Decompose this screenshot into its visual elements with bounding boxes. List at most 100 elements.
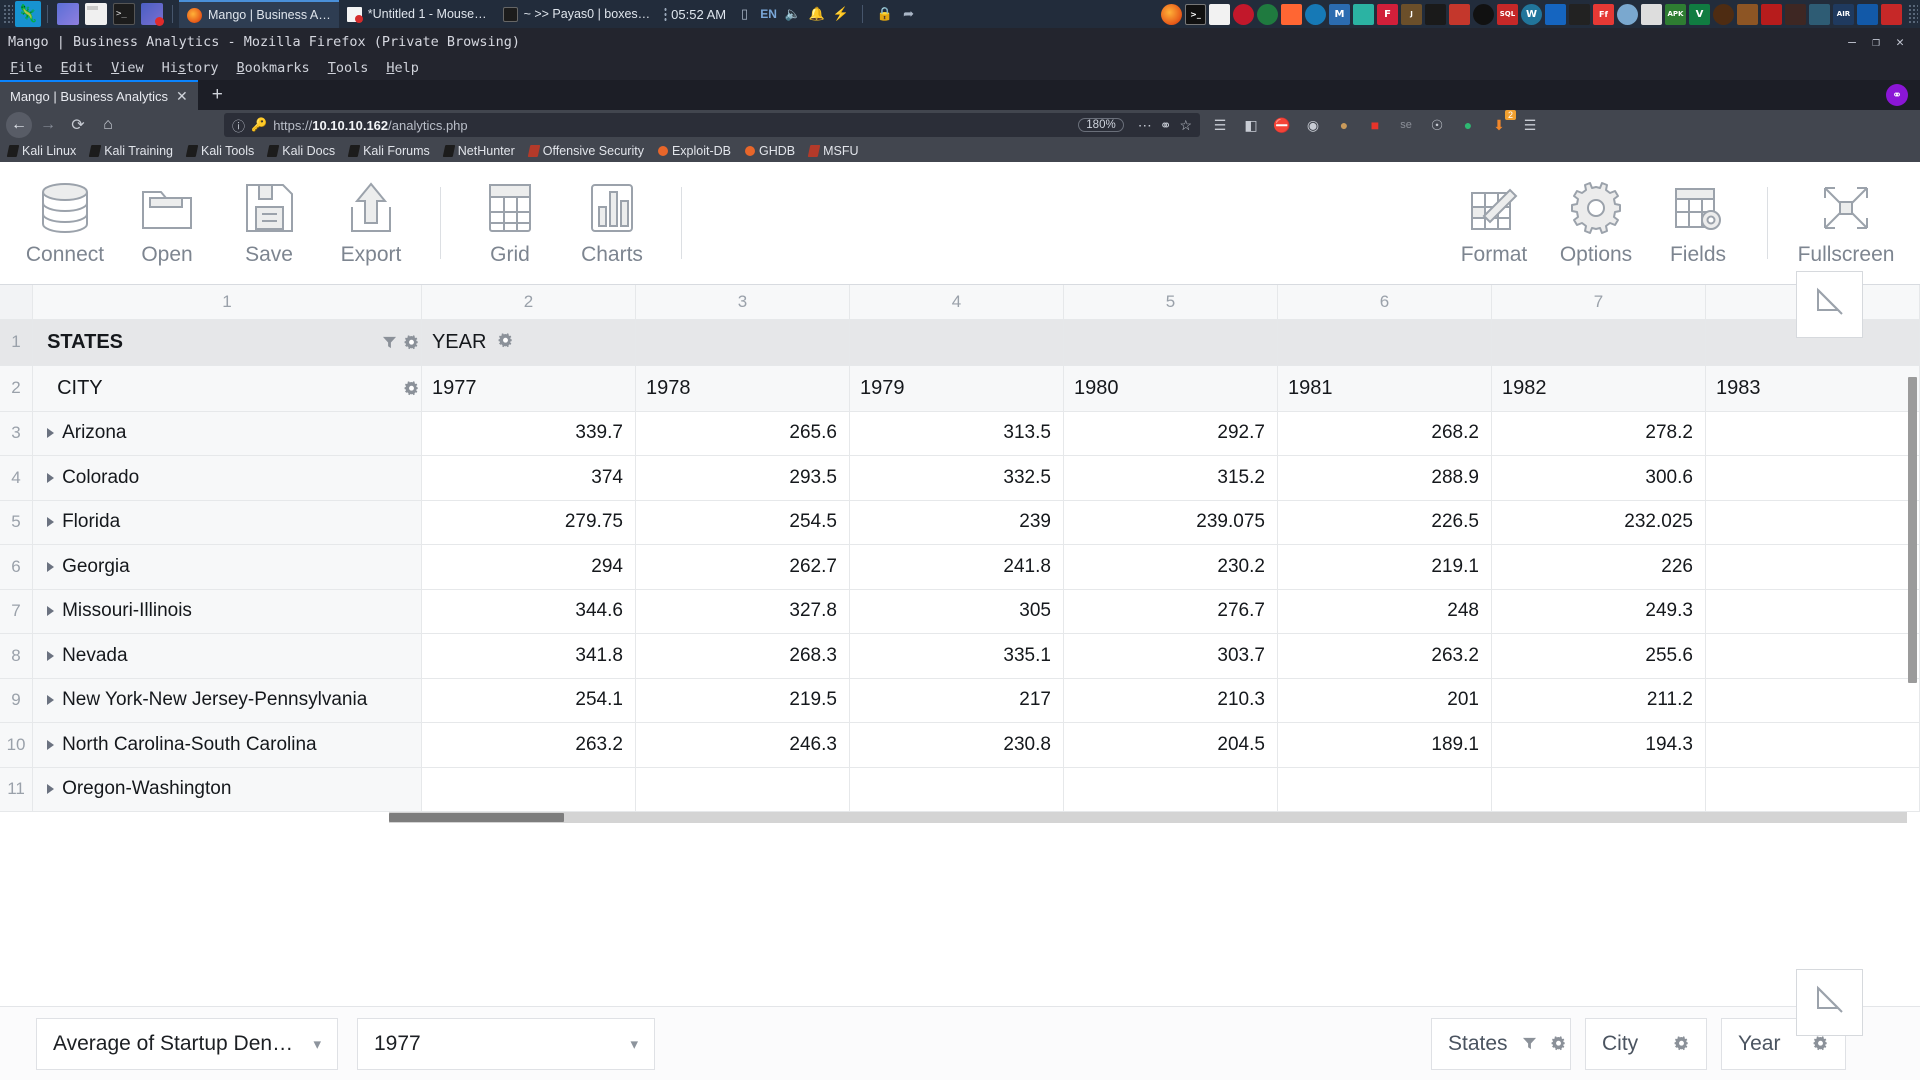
landscape-app-icon[interactable] xyxy=(1809,3,1830,25)
value-cell[interactable]: 219.1 xyxy=(1277,544,1492,590)
chevron-down-icon[interactable]: ▾ xyxy=(299,1035,321,1053)
noscript-icon[interactable]: ⛔ xyxy=(1272,115,1292,135)
system-clock[interactable]: 05:52 AM xyxy=(671,7,726,22)
states-field-header[interactable]: STATES xyxy=(32,319,422,366)
vertical-scroll-thumb[interactable] xyxy=(1908,377,1917,683)
screen-recorder-launcher[interactable] xyxy=(141,3,164,26)
year-column-1977[interactable]: 1977 xyxy=(421,365,636,412)
row-number[interactable]: 2 xyxy=(0,365,34,412)
sidebar-icon[interactable]: ◧ xyxy=(1241,115,1261,135)
row-number[interactable]: 10 xyxy=(0,722,34,768)
value-cell[interactable]: 239 xyxy=(849,500,1064,545)
expand-triangle-icon[interactable] xyxy=(47,784,55,795)
value-cell[interactable]: 194.3 xyxy=(1491,722,1706,768)
taskbar-window-terminal[interactable]: ~ >> Payas0 | boxes… xyxy=(495,0,659,28)
wireshark-app-icon[interactable] xyxy=(1305,3,1326,25)
menu-file[interactable]: File xyxy=(10,60,43,76)
bookmark-kali-training[interactable]: Kali Training xyxy=(88,144,173,158)
maltego-app-icon[interactable] xyxy=(1353,3,1374,25)
value-cell[interactable]: 204.5 xyxy=(1063,722,1278,768)
column-header-2[interactable]: 2 xyxy=(421,285,636,320)
spider-app-icon[interactable] xyxy=(1713,3,1734,25)
value-cell[interactable]: 344.6 xyxy=(421,589,636,634)
pocket-icon[interactable]: ⚭ xyxy=(1160,117,1172,134)
expand-triangle-icon[interactable] xyxy=(47,606,55,617)
value-cell[interactable] xyxy=(1491,767,1706,812)
air-app-icon[interactable]: AIR xyxy=(1833,3,1854,25)
table-row[interactable]: 10 North Carolina-South Carolina 263.2 246.… xyxy=(0,722,1920,768)
open-button[interactable]: Open xyxy=(116,179,218,267)
connect-button[interactable]: Connect xyxy=(14,179,116,267)
table-row[interactable]: 4 Colorado 374 293.5 332.5 315.2 288.9 300.6 xyxy=(0,455,1920,501)
value-cell[interactable]: 201 xyxy=(1277,678,1492,723)
column-header-4[interactable]: 4 xyxy=(849,285,1064,320)
value-cell[interactable] xyxy=(849,767,1064,812)
hashcat-app-icon[interactable] xyxy=(1569,3,1590,25)
vim-app-icon[interactable]: V xyxy=(1689,3,1710,25)
state-cell[interactable]: Georgia xyxy=(32,544,422,590)
doberman-app-icon[interactable] xyxy=(1785,3,1806,25)
gear-icon[interactable] xyxy=(496,331,514,349)
expand-triangle-icon[interactable] xyxy=(47,739,55,750)
save-button[interactable]: Save xyxy=(218,179,320,267)
row-number[interactable]: 9 xyxy=(0,678,34,723)
measure-select[interactable]: Average of Startup Den… ▾ xyxy=(36,1017,338,1070)
maximize-button[interactable]: ❐ xyxy=(1864,35,1888,50)
keyboard-layout-indicator[interactable]: EN xyxy=(760,6,777,23)
value-cell[interactable]: 254.5 xyxy=(635,500,850,545)
faraday-app-icon[interactable]: F xyxy=(1377,3,1398,25)
cherrytree-app-icon[interactable] xyxy=(1233,3,1254,25)
state-cell[interactable]: New York-New Jersey-Pennsylvania xyxy=(32,678,422,723)
value-cell[interactable] xyxy=(1063,767,1278,812)
wordpress-app-icon[interactable]: W xyxy=(1521,3,1542,25)
table-row[interactable]: 3 Arizona 339.7 265.6 313.5 292.7 268.2 278.2 xyxy=(0,411,1920,456)
state-cell[interactable]: Missouri-Illinois xyxy=(32,589,422,634)
blue-arrow-app-icon[interactable] xyxy=(1857,3,1878,25)
recon-app-icon[interactable] xyxy=(1737,3,1758,25)
bookmark-ghdb[interactable]: GHDB xyxy=(745,144,795,158)
kali-dragon-icon[interactable]: 🦎 xyxy=(15,1,41,27)
address-bar[interactable]: ⓘ 🔑 https://10.10.10.162/analytics.php 1… xyxy=(224,113,1200,137)
state-cell[interactable]: Nevada xyxy=(32,633,422,679)
hydra-app-icon[interactable] xyxy=(1449,3,1470,25)
year-column-1978[interactable]: 1978 xyxy=(635,365,850,412)
value-cell[interactable]: 292.7 xyxy=(1063,411,1278,456)
value-cell[interactable]: 254.1 xyxy=(421,678,636,723)
expand-triangle-icon[interactable] xyxy=(47,695,55,706)
state-cell[interactable]: Oregon-Washington xyxy=(32,767,422,812)
sqlmap-app-icon[interactable]: SQL xyxy=(1497,3,1518,25)
taskbar-window-firefox[interactable]: Mango | Business A… xyxy=(179,0,339,28)
volume-icon[interactable]: 🔈 xyxy=(784,6,801,23)
city-field-header[interactable]: CITY xyxy=(32,365,422,412)
nikto-app-icon[interactable] xyxy=(1761,3,1782,25)
bitwarden-icon[interactable]: ● xyxy=(1458,115,1478,135)
fullscreen-button[interactable]: Fullscreen xyxy=(1786,179,1906,267)
column-header-3[interactable]: 3 xyxy=(635,285,850,320)
selenium-icon[interactable]: se xyxy=(1396,115,1416,135)
grid-corner-cell[interactable] xyxy=(0,285,34,320)
year-column-1982[interactable]: 1982 xyxy=(1491,365,1706,412)
value-cell[interactable]: 189.1 xyxy=(1277,722,1492,768)
format-button[interactable]: Format xyxy=(1443,179,1545,267)
state-cell[interactable]: Arizona xyxy=(32,411,422,456)
value-cell[interactable] xyxy=(1705,455,1920,501)
library-icon[interactable]: ☰ xyxy=(1210,115,1230,135)
value-cell[interactable]: 249.3 xyxy=(1491,589,1706,634)
row-number[interactable]: 5 xyxy=(0,500,34,545)
gear-icon[interactable] xyxy=(1811,1035,1829,1053)
year-column-1980[interactable]: 1980 xyxy=(1063,365,1278,412)
value-cell[interactable]: 332.5 xyxy=(849,455,1064,501)
taskbar-window-editor[interactable]: *Untitled 1 - Mouse… xyxy=(339,0,495,28)
value-cell[interactable]: 279.75 xyxy=(421,500,636,545)
grid-view-button[interactable]: Grid xyxy=(459,179,561,267)
home-icon[interactable]: ⌂ xyxy=(94,112,122,138)
value-cell[interactable]: 219.5 xyxy=(635,678,850,723)
tab-mango-business-analytics[interactable]: Mango | Business Analytics ✕ xyxy=(0,80,198,110)
forward-button[interactable]: → xyxy=(34,112,62,138)
value-cell[interactable] xyxy=(1705,589,1920,634)
row-number[interactable]: 3 xyxy=(0,411,34,456)
year-select[interactable]: 1977 ▾ xyxy=(357,1017,655,1070)
horizontal-scrollbar[interactable] xyxy=(389,812,1907,823)
menu-edit[interactable]: Edit xyxy=(61,60,94,76)
expand-triangle-icon[interactable] xyxy=(47,428,55,439)
